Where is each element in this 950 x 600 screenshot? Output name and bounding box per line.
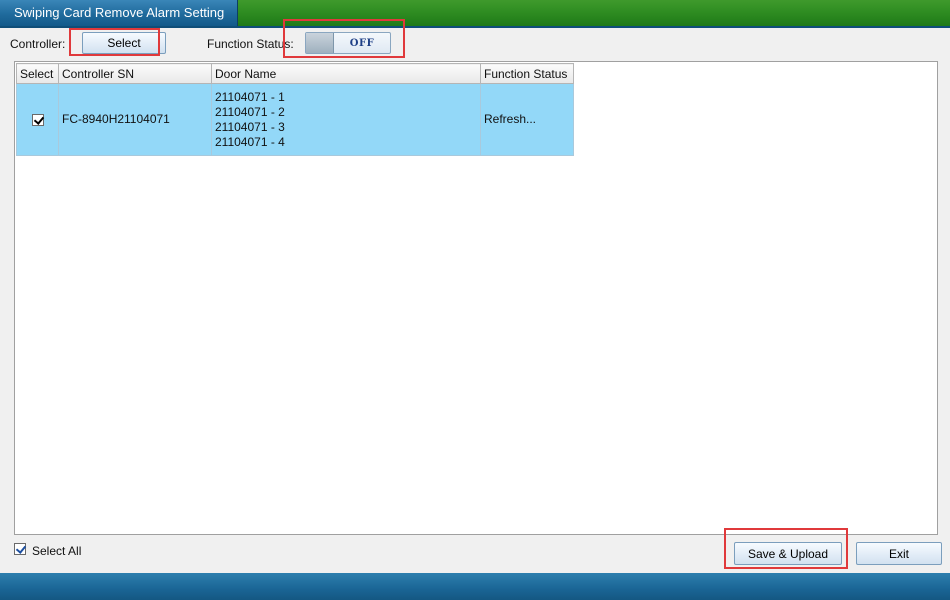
door-name: 21104071 - 1 <box>215 89 285 104</box>
table-row[interactable]: FC-8940H21104071 21104071 - 1 21104071 -… <box>16 83 574 156</box>
table-header-row: Select Controller SN Door Name Function … <box>16 63 574 84</box>
toggle-knob[interactable] <box>306 33 334 53</box>
row-select-cell[interactable] <box>16 83 59 156</box>
save-upload-button[interactable]: Save & Upload <box>734 542 842 565</box>
row-checkbox[interactable] <box>31 113 44 126</box>
select-controller-button[interactable]: Select <box>82 32 166 54</box>
function-status-toggle[interactable]: OFF <box>305 32 391 54</box>
select-all-checkbox[interactable] <box>14 543 26 555</box>
door-name-cell: 21104071 - 1 21104071 - 2 21104071 - 3 2… <box>211 83 481 156</box>
column-header-function-status[interactable]: Function Status <box>480 63 574 84</box>
exit-button[interactable]: Exit <box>856 542 942 565</box>
function-status-cell: Refresh... <box>480 83 574 156</box>
column-header-door-name[interactable]: Door Name <box>211 63 481 84</box>
column-header-select[interactable]: Select <box>16 63 59 84</box>
controller-table: Select Controller SN Door Name Function … <box>16 63 574 156</box>
controller-label: Controller: <box>10 37 66 51</box>
window-title: Swiping Card Remove Alarm Setting <box>0 0 238 26</box>
door-name: 21104071 - 3 <box>215 119 285 134</box>
controller-grid[interactable]: Select Controller SN Door Name Function … <box>14 61 938 535</box>
function-status-label: Function Status: <box>207 37 294 51</box>
controller-sn-cell: FC-8940H21104071 <box>58 83 212 156</box>
select-all-label[interactable]: Select All <box>32 544 81 558</box>
title-bar: Swiping Card Remove Alarm Setting <box>0 0 950 26</box>
door-name: 21104071 - 2 <box>215 104 285 119</box>
door-name: 21104071 - 4 <box>215 134 285 149</box>
bottom-band <box>0 573 950 600</box>
column-header-controller-sn[interactable]: Controller SN <box>58 63 212 84</box>
toggle-state-text: OFF <box>349 37 375 49</box>
